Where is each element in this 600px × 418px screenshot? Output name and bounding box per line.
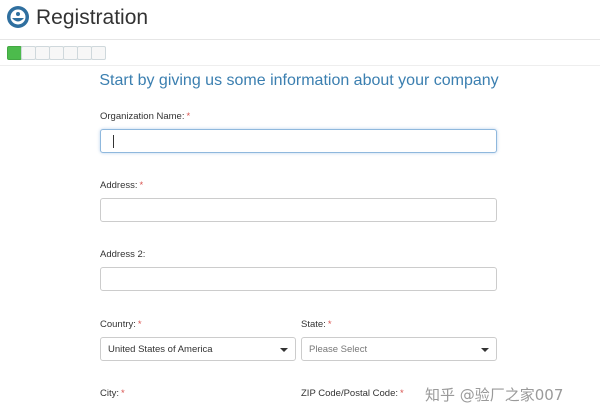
state-select[interactable]: Please Select — [301, 337, 497, 361]
page-title: Registration — [36, 6, 149, 29]
city-label: City: * — [100, 388, 125, 399]
required-marker: * — [121, 388, 125, 399]
bowl-hands-logo-icon — [7, 6, 29, 28]
zip-label-text: ZIP Code/Postal Code: — [301, 388, 398, 399]
country-select[interactable]: United States of America — [100, 337, 296, 361]
progress-step-5 — [63, 46, 78, 60]
text-caret — [113, 135, 114, 148]
organization-name-label: Organization Name: * — [100, 111, 190, 122]
city-label-text: City: — [100, 388, 119, 399]
app-header: Registration — [0, 0, 600, 40]
state-label: State: * — [301, 319, 332, 330]
organization-name-input[interactable] — [100, 129, 497, 153]
divider — [0, 65, 600, 66]
progress-step-6 — [77, 46, 92, 60]
country-label-text: Country: — [100, 319, 136, 330]
progress-step-1 — [7, 46, 22, 60]
state-placeholder: Please Select — [309, 344, 368, 355]
progress-step-3 — [35, 46, 50, 60]
required-marker: * — [186, 111, 191, 122]
chevron-down-icon — [481, 348, 489, 352]
address2-label: Address 2: — [100, 249, 145, 260]
progress-step-2 — [21, 46, 36, 60]
progress-step-7 — [91, 46, 106, 60]
required-marker: * — [400, 388, 404, 399]
address-label: Address: * — [100, 180, 143, 191]
address-label-text: Address: — [100, 180, 138, 191]
required-marker: * — [327, 319, 332, 330]
required-marker: * — [137, 319, 142, 330]
chevron-down-icon — [280, 348, 288, 352]
required-marker: * — [139, 180, 144, 191]
form-heading: Start by giving us some information abou… — [99, 72, 499, 89]
country-label: Country: * — [100, 319, 142, 330]
organization-name-label-text: Organization Name: — [100, 111, 185, 122]
address-input[interactable] — [100, 198, 497, 222]
watermark-text: 知乎 @验厂之家007 — [425, 386, 564, 404]
step-progress-bar — [7, 46, 106, 60]
zip-label: ZIP Code/Postal Code: * — [301, 388, 404, 399]
country-selected-value: United States of America — [108, 344, 213, 355]
state-label-text: State: — [301, 319, 326, 330]
address2-input[interactable] — [100, 267, 497, 291]
progress-step-4 — [49, 46, 64, 60]
address2-label-text: Address 2: — [100, 249, 146, 260]
